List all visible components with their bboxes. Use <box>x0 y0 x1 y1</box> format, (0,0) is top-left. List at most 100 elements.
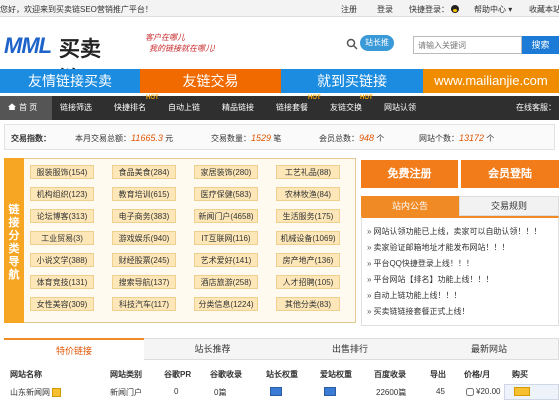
col-price: 价格/月 <box>464 370 491 379</box>
category-item[interactable]: 女性美容(309) <box>30 297 94 311</box>
tab-newest-sites[interactable]: 最新网站 <box>419 338 559 360</box>
notice-text: 平台QQ快捷登录上线！！！ <box>373 259 474 268</box>
category-item[interactable]: 农林牧渔(84) <box>276 187 340 201</box>
category-item[interactable]: 科技汽车(117) <box>112 297 176 311</box>
site-logo[interactable]: MML 买卖链 <box>4 31 119 91</box>
nav-site-claim[interactable]: 网站认领 <box>384 96 416 120</box>
notice-text: 自动上链功能上线！！！ <box>373 291 462 300</box>
category-item[interactable]: 游戏娱乐(940) <box>112 231 176 245</box>
nav-quick-rank[interactable]: 快捷排名 <box>114 96 146 120</box>
online-service-label: 在线客服： <box>516 103 556 112</box>
stat-sites: 网站个数：13172 个 <box>419 133 495 143</box>
site-baidu-index: 22600篇 <box>376 388 407 397</box>
nav-premium-links[interactable]: 精品链接 <box>222 96 254 120</box>
promo-badge[interactable]: 站长推 <box>360 35 394 51</box>
notice-text: 卖家验证邮箱地址才能发布网站！！！ <box>373 243 510 252</box>
banner-link-trade[interactable]: 友情链接买卖 <box>0 69 140 93</box>
banner-domain[interactable]: www.mailianjie.com <box>423 69 559 93</box>
category-item[interactable]: 搜索导航(137) <box>112 275 176 289</box>
nav-link-packages[interactable]: 链接套餐 <box>276 96 308 120</box>
welcome-text: 您好，欢迎来到买卖链SEO营销推广平台！ <box>0 5 153 14</box>
category-item[interactable]: 财经股票(245) <box>112 253 176 267</box>
category-item[interactable]: 艺术爱好(141) <box>194 253 258 267</box>
category-item[interactable]: 工艺礼品(88) <box>276 165 340 179</box>
nav-auto-link[interactable]: 自动上链 <box>168 96 200 120</box>
category-item[interactable]: 工业贸易(3) <box>30 231 94 245</box>
free-register-button[interactable]: 免费注册 <box>361 160 458 188</box>
category-item[interactable]: 电子商务(383) <box>112 209 176 223</box>
category-item[interactable]: 机构组织(123) <box>30 187 94 201</box>
help-center-link[interactable]: 帮助中心 ▾ <box>474 4 512 15</box>
notice-item[interactable]: » 平台QQ快捷登录上线！！！ <box>367 258 474 269</box>
tab-special-links[interactable]: 特价链接 <box>4 338 144 360</box>
category-item[interactable]: IT互联网(116) <box>194 231 258 245</box>
member-login-button[interactable]: 会员登陆 <box>461 160 559 188</box>
tab-webmaster-picks[interactable]: 站长推荐 <box>144 338 281 360</box>
search-button[interactable]: 搜索 <box>522 36 559 54</box>
tab-notices[interactable]: 站内公告 <box>361 196 459 216</box>
category-item[interactable]: 酒店旅游(258) <box>194 275 258 289</box>
category-item[interactable]: 其他分类(83) <box>276 297 340 311</box>
site-price: ¥20.00 <box>466 387 500 396</box>
stat-total: 本月交易总额：11665.3 元 <box>75 133 174 143</box>
verified-icon <box>52 388 62 398</box>
category-item[interactable]: 生活服务(175) <box>276 209 340 223</box>
register-link[interactable]: 注册 <box>341 4 357 15</box>
category-item[interactable]: 房产地产(136) <box>276 253 340 267</box>
notice-item[interactable]: » 自动上链功能上线！！！ <box>367 290 461 301</box>
notice-item[interactable]: » 网站认领功能已上线，卖家可以自助认领！！！ <box>367 226 541 237</box>
notice-item[interactable]: » 卖家验证邮箱地址才能发布网站！！！ <box>367 242 509 253</box>
webmaster-weight-icon <box>270 387 282 397</box>
category-item[interactable]: 机械设备(1069) <box>276 231 340 245</box>
category-item[interactable]: 家居装饰(280) <box>194 165 258 179</box>
arrow-icon: » <box>367 307 372 316</box>
favorites-link[interactable]: 收藏本站 <box>529 4 559 15</box>
hot-badge: HOT <box>360 95 373 101</box>
select-checkbox[interactable] <box>466 387 474 396</box>
nav-home[interactable]: 首 页 <box>0 96 52 120</box>
category-item[interactable]: 新闻门户(4658) <box>194 209 258 223</box>
logo-latin: MML <box>4 33 52 58</box>
col-category: 网站类别 <box>110 370 142 379</box>
arrow-icon: » <box>367 243 372 252</box>
buy-cart-icon[interactable] <box>514 387 530 397</box>
category-item[interactable]: 医疗保健(583) <box>194 187 258 201</box>
col-google-pr: 谷歌PR <box>164 370 192 379</box>
slogan: 客户在哪儿 我的链接就在哪儿! <box>145 32 265 62</box>
category-item[interactable]: 论坛博客(313) <box>30 209 94 223</box>
col-baidu-index: 百度收录 <box>374 370 406 379</box>
arrow-icon: » <box>367 227 372 236</box>
search-input[interactable] <box>414 37 521 53</box>
banner-friend-link[interactable]: 友链交易 <box>140 69 281 93</box>
notice-text: 买卖链链接套餐正式上线！ <box>373 307 470 316</box>
main-nav: 首 页 链接筛选 快捷排名 HOT 自动上链 精品链接 链接套餐 HOT 友链交… <box>0 95 559 120</box>
banner-buy-link[interactable]: 就到买链接 <box>281 69 423 93</box>
hot-badge: HOT <box>146 95 159 101</box>
category-item[interactable]: 教育培训(615) <box>112 187 176 201</box>
table-row: 山东新闻网 新闻门户 0 0篇 22600篇 45 ¥20.00 <box>4 384 559 400</box>
quick-login-label: 快捷登录： <box>409 4 459 15</box>
category-item[interactable]: 分类信息(1224) <box>194 297 258 311</box>
qq-icon[interactable] <box>451 4 459 13</box>
category-item[interactable]: 小说文学(388) <box>30 253 94 267</box>
table-header: 网站名称 网站类别 谷歌PR 谷歌收录 站长权重 爱站权重 百度收录 导出 价格… <box>4 367 559 381</box>
site-category: 新闻门户 <box>110 388 142 397</box>
notice-text: 网站认领功能已上线，卖家可以自助认领！！！ <box>373 227 542 236</box>
notice-item[interactable]: » 买卖链链接套餐正式上线！ <box>367 306 469 317</box>
search-icon <box>346 38 358 50</box>
notice-item[interactable]: » 平台网站【排名】功能上线！！！ <box>367 274 493 285</box>
arrow-icon: » <box>367 259 372 268</box>
category-item[interactable]: 人才招聘(105) <box>276 275 340 289</box>
site-google-index: 0篇 <box>214 388 227 397</box>
category-item[interactable]: 体育竞技(131) <box>30 275 94 289</box>
login-link[interactable]: 登录 <box>377 4 393 15</box>
stat-members: 会员总数：948 个 <box>319 133 385 143</box>
nav-link-exchange[interactable]: 友链交换 <box>330 96 362 120</box>
site-name-link[interactable]: 山东新闻网 <box>10 387 62 398</box>
nav-link-filter[interactable]: 链接筛选 <box>60 96 92 120</box>
category-item[interactable]: 食品美食(284) <box>112 165 176 179</box>
tab-sales-ranking[interactable]: 出售排行 <box>281 338 419 360</box>
site-export: 45 <box>436 387 445 396</box>
tab-trade-rules[interactable]: 交易规则 <box>459 196 559 216</box>
category-item[interactable]: 服装服饰(154) <box>30 165 94 179</box>
